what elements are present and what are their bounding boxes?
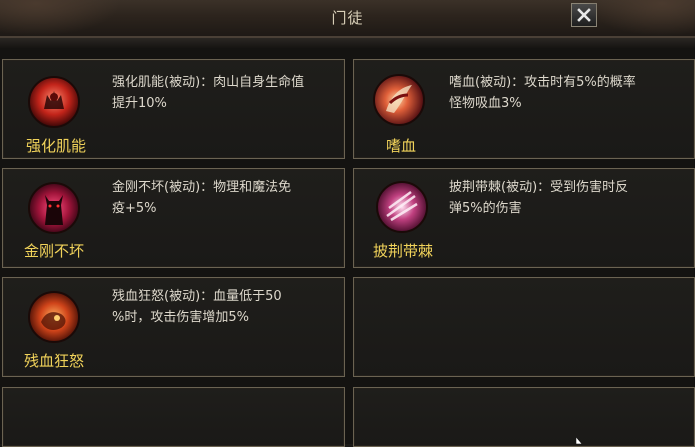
skill-card[interactable]: 金刚不坏 金刚不坏(被动)：物理和魔法免 疫+5%	[2, 168, 345, 268]
thorns-skill-icon	[376, 181, 428, 233]
invulnerable-skill-icon	[28, 182, 80, 234]
mouse-cursor-icon	[576, 437, 583, 444]
window-titlebar: 门徒	[0, 0, 695, 38]
muscle-skill-icon	[28, 76, 80, 128]
skill-card[interactable]: 残血狂怒 残血狂怒(被动)：血量低于50 %时，攻击伤害增加5%	[2, 277, 345, 377]
skill-name: 金刚不坏	[23, 242, 84, 260]
window-title: 门徒	[331, 9, 364, 27]
close-icon	[577, 8, 591, 22]
skill-description: 披荆带棘(被动)：受到伤害时反 弹5%的伤害	[449, 180, 629, 216]
skill-card[interactable]: 披荆带棘 披荆带棘(被动)：受到伤害时反 弹5%的伤害	[353, 168, 695, 268]
skill-name: 强化肌能	[25, 137, 86, 155]
empty-skill-slot	[353, 387, 695, 447]
skill-name: 残血狂怒	[23, 352, 84, 370]
skill-description: 嗜血(被动)：攻击时有5%的概率 怪物吸血3%	[449, 75, 636, 111]
skill-description: 残血狂怒(被动)：血量低于50 %时，攻击伤害增加5%	[112, 289, 282, 325]
rage-skill-icon	[28, 291, 80, 343]
skill-name: 嗜血	[385, 137, 416, 155]
skill-card[interactable]: 嗜血 嗜血(被动)：攻击时有5%的概率 怪物吸血3%	[353, 59, 695, 159]
skill-description: 强化肌能(被动)：肉山自身生命值 提升10%	[112, 75, 305, 111]
skill-card[interactable]: 强化肌能 强化肌能(被动)：肉山自身生命值 提升10%	[2, 59, 345, 159]
empty-skill-slot	[353, 277, 695, 377]
close-button[interactable]	[571, 3, 597, 27]
skill-description: 金刚不坏(被动)：物理和魔法免 疫+5%	[112, 180, 292, 216]
skill-name: 披荆带棘	[372, 242, 433, 260]
bloodthirst-skill-icon	[373, 74, 425, 126]
empty-skill-slot	[2, 387, 345, 447]
